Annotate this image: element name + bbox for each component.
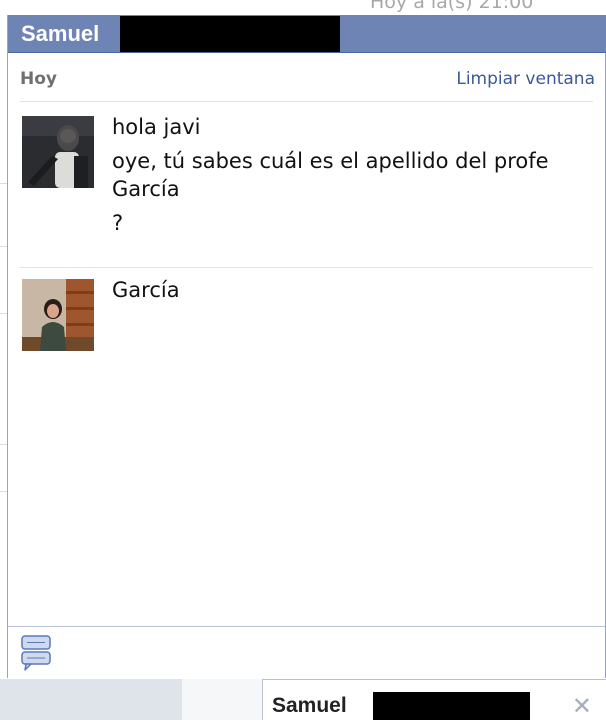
message-lines: García — [112, 276, 595, 310]
chat-title: Samuel — [21, 21, 100, 46]
avatar[interactable] — [22, 116, 94, 188]
message-group: hola javi oye, tú sabes cuál es el apell… — [22, 113, 595, 266]
background-timestamp: Hoy a la(s) 21:00 — [370, 0, 534, 13]
redacted-surname — [120, 16, 340, 52]
clear-window-link[interactable]: Limpiar ventana — [456, 69, 595, 89]
day-label: Hoy — [20, 69, 57, 89]
message-text: hola javi — [112, 115, 201, 139]
close-icon[interactable]: ✕ — [572, 692, 592, 720]
day-header: Hoy Limpiar ventana — [20, 69, 595, 93]
dock-tab-title: Samuel — [272, 694, 347, 717]
message-divider — [20, 267, 593, 268]
dock-middle-area — [182, 679, 262, 720]
chat-bubbles-icon[interactable] — [19, 633, 55, 671]
message-text: García — [112, 278, 180, 302]
message-text: oye, tú sabes cuál es el apellido del pr… — [112, 149, 549, 201]
page: Hoy a la(s) 21:00 Samuel Hoy Limpiar ven… — [0, 0, 606, 720]
redacted-surname — [373, 692, 530, 720]
avatar-photo-icon — [22, 116, 94, 188]
avatar[interactable] — [22, 279, 94, 351]
header-divider — [20, 101, 593, 102]
message-text: ? — [112, 211, 124, 235]
message-composer[interactable] — [8, 626, 605, 678]
message-lines: hola javi oye, tú sabes cuál es el apell… — [112, 113, 595, 243]
chat-window: Samuel Hoy Limpiar ventana hola javi oye… — [7, 15, 606, 678]
chat-dock-bar: Samuel ✕ — [0, 679, 606, 720]
message-group: García — [22, 276, 595, 359]
chat-dock-tab[interactable]: Samuel ✕ — [262, 679, 606, 720]
chat-title-bar[interactable]: Samuel — [8, 15, 606, 53]
avatar-photo-icon — [22, 279, 94, 351]
dock-left-area — [0, 679, 182, 720]
